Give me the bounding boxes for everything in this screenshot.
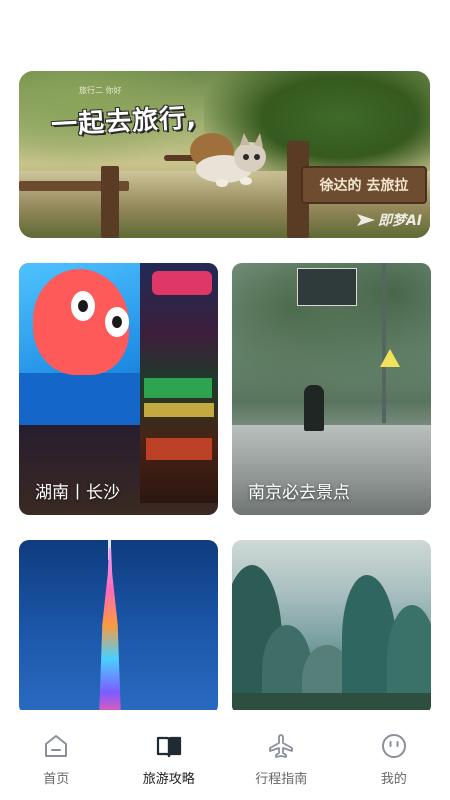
bottom-tab-bar: 首页 旅游攻略 行程指南 我的 (0, 710, 450, 800)
card-caption: 湖南丨长沙 (35, 483, 120, 503)
wooden-sign: 徐达的 去旅拉 (301, 166, 427, 204)
destination-card-tower[interactable] (19, 540, 218, 715)
tab-travel-guide[interactable]: 旅游攻略 (113, 710, 226, 800)
cyclist (304, 385, 324, 431)
banner-title: 一起去旅行, (50, 103, 198, 141)
banner-small-text: 旅行二 你好 (79, 86, 122, 95)
pink-mascot (33, 269, 129, 375)
tab-label: 旅游攻略 (142, 772, 195, 787)
fence-post (101, 166, 119, 238)
sign-pole (382, 263, 386, 423)
smiley-face-icon (381, 734, 406, 758)
destination-card-nanjing[interactable]: 南京必去景点 (232, 263, 431, 515)
neon-sign (144, 378, 212, 398)
tab-home[interactable]: 首页 (0, 710, 113, 800)
destination-card-mountains[interactable] (232, 540, 431, 715)
neon-sign (144, 403, 214, 417)
tab-label: 首页 (43, 772, 70, 787)
billboard-bar (19, 373, 141, 425)
street-signboard (297, 268, 357, 306)
airplane-icon (269, 734, 294, 758)
home-icon (45, 735, 68, 757)
tab-profile[interactable]: 我的 (338, 710, 450, 800)
neon-sign (146, 438, 212, 460)
destination-card-changsha[interactable]: 湖南丨长沙 (19, 263, 218, 515)
mascot-eye (105, 307, 129, 337)
mascot-eye (71, 291, 95, 321)
neon-sign (152, 271, 212, 295)
tab-label: 我的 (380, 772, 407, 787)
card-caption: 南京必去景点 (248, 483, 350, 503)
travel-banner[interactable]: 徐达的 去旅拉 旅行二 你好 一起去旅行, 即梦AI (19, 71, 430, 238)
watermark-text: 即梦AI (377, 213, 422, 229)
tab-itinerary[interactable]: 行程指南 (225, 710, 338, 800)
send-arrow-icon (356, 214, 375, 226)
canton-tower (99, 548, 121, 715)
ai-watermark: 即梦AI (356, 210, 422, 230)
book-icon (156, 736, 181, 758)
tab-label: 行程指南 (255, 772, 308, 787)
